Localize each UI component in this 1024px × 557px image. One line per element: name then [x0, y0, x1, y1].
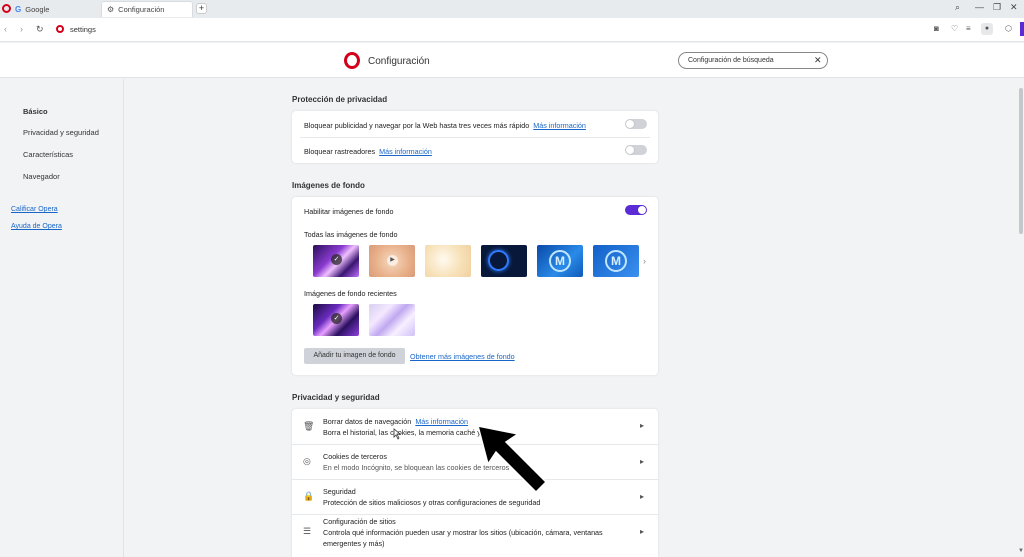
- heart-icon[interactable]: ♡: [951, 24, 958, 33]
- rate-opera-link[interactable]: Calificar Opera: [11, 206, 58, 213]
- sidebar-item-navegador[interactable]: Navegador: [23, 172, 60, 181]
- ads-more-info-link[interactable]: Más información: [533, 121, 586, 130]
- clear-data-more-info-link[interactable]: Más información: [415, 417, 468, 426]
- privacy-protection-title: Protección de privacidad: [292, 95, 388, 104]
- sliders-icon: ☰: [303, 526, 312, 536]
- wallpaper-thumb[interactable]: ✓: [313, 245, 359, 277]
- scroll-down-icon[interactable]: ▼: [1018, 548, 1024, 554]
- opera-logo-icon: [344, 52, 360, 69]
- site-icon: [56, 25, 64, 33]
- security-desc: Protección de sitios maliciosos y otras …: [323, 498, 541, 507]
- wallpaper-thumb[interactable]: M: [593, 245, 639, 277]
- enable-wallpapers-label: Habilitar imágenes de fondo: [304, 207, 394, 216]
- chevron-right-icon: ▸: [640, 457, 645, 466]
- sidebar-item-privacidad[interactable]: Privacidad y seguridad: [23, 128, 99, 137]
- cookies-title: Cookies de terceros: [323, 452, 387, 461]
- block-trackers-label: Bloquear rastreadores Más información: [304, 147, 432, 156]
- check-icon: ✓: [331, 313, 342, 324]
- chevron-right-icon[interactable]: ›: [643, 256, 646, 266]
- wallpaper-thumb[interactable]: ▶: [369, 245, 415, 277]
- all-wallpapers-label: Todas las imágenes de fondo: [304, 230, 398, 239]
- recent-wallpaper-thumb[interactable]: ✓: [313, 304, 359, 336]
- block-trackers-toggle[interactable]: [625, 145, 647, 155]
- block-ads-label: Bloquear publicidad y navegar por la Web…: [304, 121, 586, 130]
- search-tabs-icon[interactable]: ⌕: [955, 2, 960, 13]
- google-icon: G: [15, 4, 22, 14]
- chevron-right-icon: ▸: [640, 421, 645, 430]
- tab-google[interactable]: G Google: [10, 1, 100, 17]
- enable-wallpapers-toggle[interactable]: [625, 205, 647, 215]
- add-wallpaper-button[interactable]: Añadir tu imagen de fondo: [304, 348, 405, 364]
- tab-label: Google: [25, 4, 50, 14]
- wallpaper-thumb[interactable]: [481, 245, 527, 277]
- sidebar-item-caracteristicas[interactable]: Características: [23, 150, 73, 159]
- clear-browsing-data-desc: Borra el historial, las cookies, la memo…: [323, 428, 487, 437]
- chevron-right-icon: ▸: [640, 492, 645, 501]
- clear-browsing-data-title: Borrar datos de navegación Más informació…: [323, 417, 469, 426]
- security-title: Seguridad: [323, 487, 356, 496]
- forward-icon[interactable]: ›: [20, 24, 23, 34]
- snapshot-icon[interactable]: ◙: [934, 24, 939, 33]
- restore-button[interactable]: ❐: [993, 2, 1001, 13]
- sidebar-item-basico[interactable]: Básico: [23, 107, 48, 116]
- accent-bar: [1020, 22, 1024, 36]
- wallpaper-thumb[interactable]: M: [537, 245, 583, 277]
- scrollbar-thumb[interactable]: [1019, 88, 1023, 234]
- play-icon: ▶: [387, 255, 398, 266]
- tab-label: Configuración: [118, 5, 165, 14]
- extensions-icon[interactable]: ⬡: [1005, 24, 1012, 33]
- check-icon: ✓: [331, 254, 342, 265]
- chevron-right-icon: ▸: [640, 527, 645, 536]
- site-settings-desc-2: emergentes y más): [323, 539, 385, 548]
- tab-strip: G Google ⚙ Configuración + ⌕ — ❐ ✕: [0, 0, 1024, 18]
- divider: [300, 137, 650, 138]
- wallpaper-thumb[interactable]: [425, 245, 471, 277]
- opera-help-link[interactable]: Ayuda de Opera: [11, 223, 62, 230]
- gear-icon: ⚙: [107, 5, 115, 14]
- clear-search-icon[interactable]: ✕: [814, 55, 822, 66]
- lock-icon: 🔒: [303, 491, 315, 501]
- new-tab-button[interactable]: +: [196, 3, 207, 14]
- reload-icon[interactable]: ↻: [36, 24, 44, 35]
- mouse-cursor-icon: [393, 428, 402, 440]
- site-settings-title: Configuración de sitios: [323, 517, 396, 526]
- privacy-security-title: Privacidad y seguridad: [292, 393, 380, 402]
- wallpapers-title: Imágenes de fondo: [292, 181, 365, 190]
- back-icon[interactable]: ‹: [4, 24, 7, 34]
- annotation-arrow-icon: [476, 425, 548, 494]
- more-wallpapers-link[interactable]: Obtener más imágenes de fondo: [410, 352, 515, 361]
- page-title: Configuración: [368, 56, 430, 67]
- cookie-icon: ◎: [303, 456, 311, 466]
- minimize-button[interactable]: —: [975, 2, 984, 12]
- avatar[interactable]: ●: [981, 23, 993, 35]
- trash-icon: 🗑: [303, 421, 315, 431]
- recent-wallpapers-label: Imágenes de fondo recientes: [304, 289, 397, 298]
- settings-header: Configuración Configuración de búsqueda …: [0, 43, 1024, 78]
- recent-wallpaper-thumb[interactable]: [369, 304, 415, 336]
- close-window-button[interactable]: ✕: [1010, 2, 1018, 13]
- block-ads-toggle[interactable]: [625, 119, 647, 129]
- site-settings-desc: Controla qué información pueden usar y m…: [323, 528, 603, 537]
- url-field[interactable]: settings: [70, 25, 96, 34]
- tab-configuracion[interactable]: ⚙ Configuración: [101, 1, 193, 17]
- settings-search-input[interactable]: Configuración de búsqueda: [678, 52, 828, 69]
- trackers-more-info-link[interactable]: Más información: [379, 147, 432, 156]
- easy-setup-icon[interactable]: ≡: [966, 24, 971, 33]
- address-bar: ‹ › ↻ settings ◙ ♡ ≡ ● ⬡: [0, 18, 1024, 42]
